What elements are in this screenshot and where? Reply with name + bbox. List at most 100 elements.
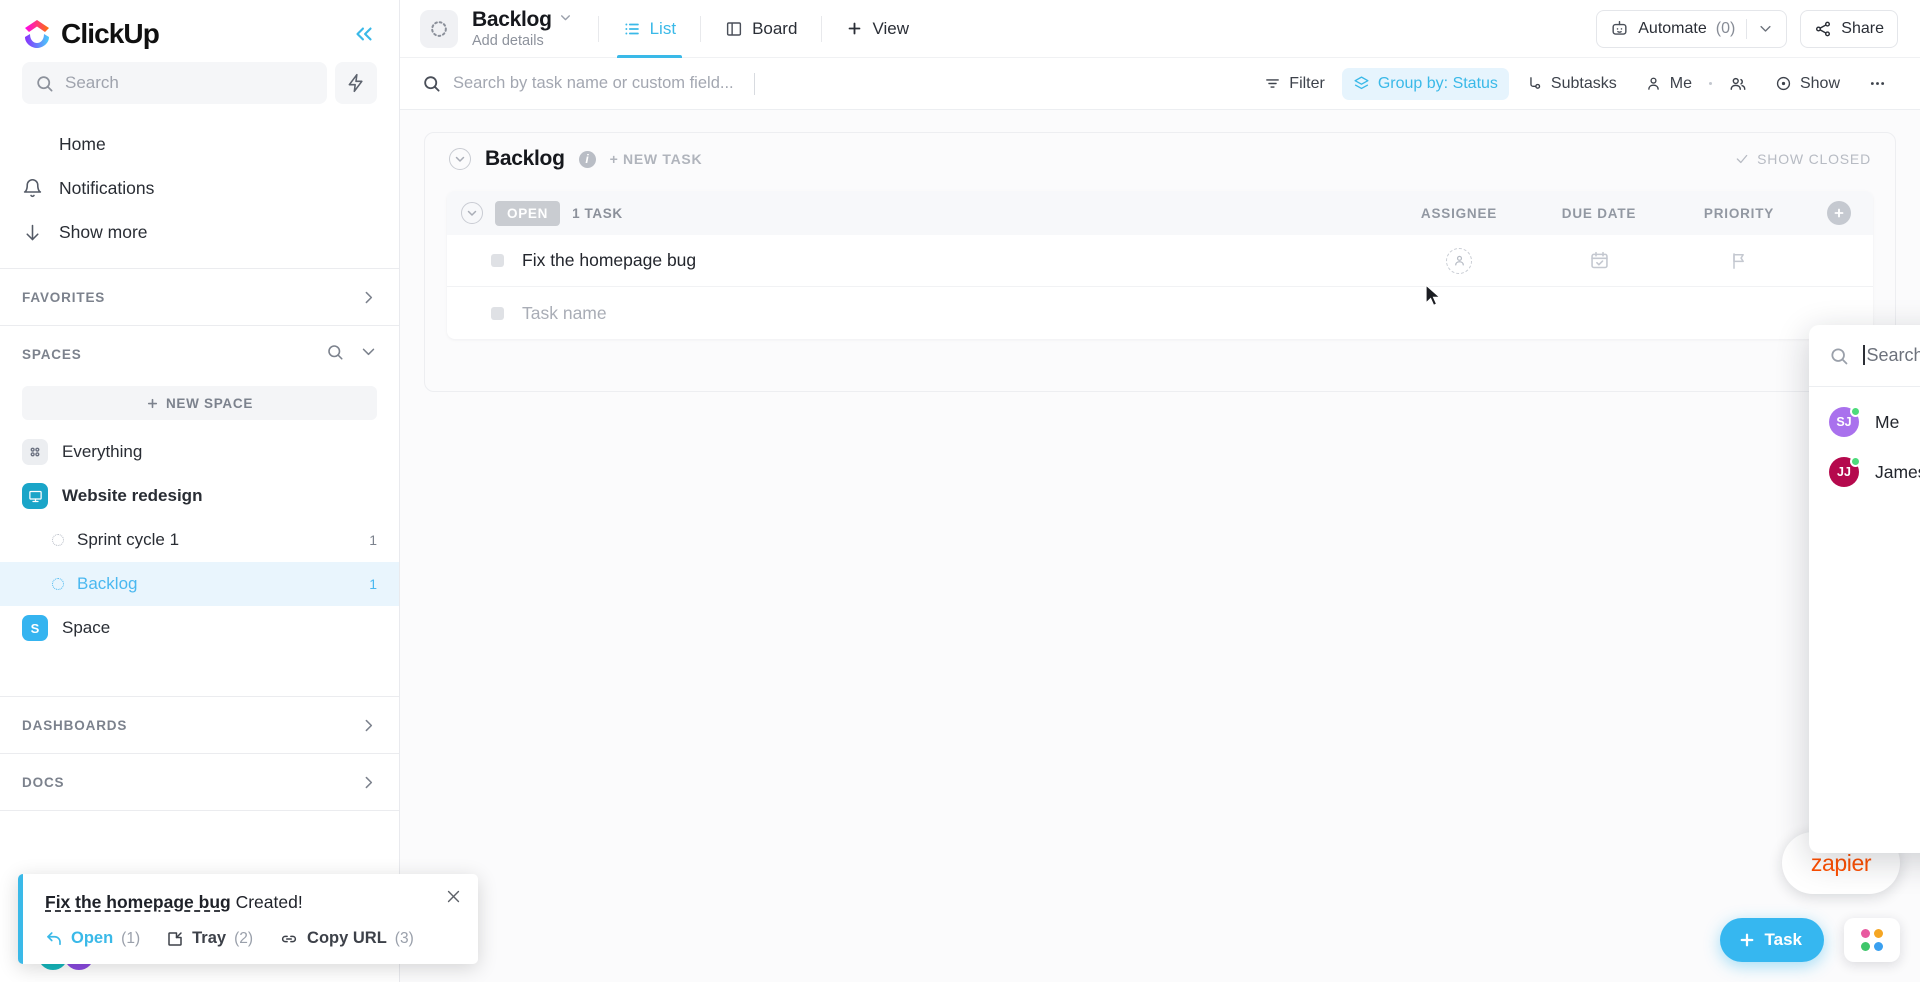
sidebar-section-spaces[interactable]: SPACES — [0, 326, 399, 382]
toast-copy-url-button[interactable]: Copy URL (3) — [279, 929, 414, 948]
show-closed-button[interactable]: SHOW CLOSED — [1735, 151, 1871, 167]
create-task-button[interactable]: Task — [1719, 918, 1824, 962]
sidebar-section-docs[interactable]: DOCS — [0, 754, 399, 810]
content-area: Backlog i + NEW TASK SHOW CLOSED OPEN 1 … — [400, 110, 1920, 982]
tab-add-view[interactable]: View — [826, 0, 929, 58]
chevron-right-icon[interactable] — [360, 774, 377, 791]
assignees-filter-button[interactable] — [1718, 68, 1758, 100]
grid-icon — [22, 439, 48, 465]
search-input[interactable]: Search — [22, 62, 327, 104]
sidebar-item-home[interactable]: Home — [0, 122, 399, 166]
lightning-bolt-icon — [348, 73, 363, 93]
create-task-label: Task — [1764, 930, 1803, 949]
check-icon — [1736, 154, 1748, 164]
sidebar-item-count: 1 — [369, 532, 377, 548]
assignee-avatar-empty-icon[interactable] — [1446, 247, 1472, 274]
new-task-input-row[interactable]: Task name — [447, 287, 1873, 339]
status-badge[interactable]: OPEN — [495, 200, 561, 226]
zapier-label: ✳ zapier — [1811, 841, 1872, 877]
toolbar-button-label: Me — [1669, 74, 1692, 92]
more-options-button[interactable] — [1857, 68, 1898, 100]
toast-action-num: (2) — [234, 929, 254, 947]
search-placeholder: Search — [65, 73, 119, 92]
assignee-search-input[interactable]: Search — [1809, 325, 1920, 387]
toast-action-num: (3) — [394, 929, 414, 947]
toast-tray-button[interactable]: Tray (2) — [166, 929, 253, 948]
collapse-group-icon[interactable] — [449, 148, 471, 170]
filter-button[interactable]: Filter — [1253, 68, 1336, 100]
column-header-due-date[interactable]: DUE DATE — [1529, 206, 1669, 221]
table-row[interactable]: Fix the homepage bug — [447, 235, 1873, 287]
assignee-search-placeholder: Search — [1866, 345, 1920, 365]
sidebar-header: ClickUp — [0, 0, 399, 60]
tab-board[interactable]: Board — [705, 0, 817, 58]
cell-due-date[interactable] — [1529, 250, 1669, 271]
task-count: 1 TASK — [572, 205, 623, 221]
online-status-dot — [1850, 406, 1861, 417]
sidebar-section-favorites[interactable]: FAVORITES — [0, 269, 399, 325]
cell-priority[interactable] — [1669, 251, 1809, 271]
group-by-button[interactable]: Group by: Status — [1341, 67, 1509, 100]
column-header-priority[interactable]: PRIORITY — [1669, 206, 1809, 221]
apps-grid-icon — [1861, 929, 1883, 951]
sidebar-search-row: Search — [0, 60, 399, 116]
me-filter-button[interactable]: Me — [1634, 68, 1703, 100]
status-group: OPEN 1 TASK ASSIGNEE DUE DATE PRIORITY F… — [447, 191, 1873, 339]
toast-open-button[interactable]: Open (1) — [45, 929, 140, 948]
view-tabs: List Board View — [603, 0, 929, 58]
tab-label: List — [649, 18, 677, 38]
space-initial-icon: S — [22, 615, 48, 641]
sidebar-item-space[interactable]: S Space — [0, 606, 399, 650]
spaces-chevron-down-icon[interactable] — [360, 343, 377, 365]
chevron-right-icon[interactable] — [360, 289, 377, 306]
sidebar-item-sprint-cycle-1[interactable]: Sprint cycle 1 1 — [0, 518, 399, 562]
sidebar-collapse-icon[interactable] — [351, 21, 377, 47]
share-button[interactable]: Share — [1800, 9, 1898, 48]
sidebar-item-website-redesign[interactable]: Website redesign — [0, 474, 399, 518]
task-name[interactable]: Fix the homepage bug — [522, 250, 696, 271]
info-icon[interactable]: i — [578, 150, 596, 168]
cell-assignee[interactable] — [1389, 247, 1529, 274]
new-space-button[interactable]: NEW SPACE — [22, 386, 377, 420]
title-chevron-down-icon[interactable] — [559, 11, 572, 29]
assignee-option-james-jonas[interactable]: JJ James Jonas — [1809, 447, 1920, 497]
new-task-name-input[interactable]: Task name — [522, 303, 607, 324]
sidebar-item-everything[interactable]: Everything — [0, 430, 399, 474]
sidebar-section-dashboards[interactable]: DASHBOARDS — [0, 697, 399, 753]
spaces-search-icon[interactable] — [326, 343, 344, 366]
subtasks-button[interactable]: Subtasks — [1515, 68, 1628, 100]
chevron-right-icon[interactable] — [360, 717, 377, 734]
search-icon — [37, 75, 53, 91]
home-icon — [22, 134, 43, 155]
quick-action-bolt-button[interactable] — [335, 62, 377, 104]
brand-logo[interactable]: ClickUp — [22, 18, 160, 50]
toast-close-icon[interactable] — [445, 888, 462, 910]
add-column-button[interactable] — [1827, 201, 1851, 225]
board-icon — [726, 21, 742, 36]
task-search-input[interactable]: Search by task name or custom field... — [422, 72, 1253, 95]
page-title: Backlog — [472, 8, 552, 31]
collapse-status-icon[interactable] — [461, 202, 483, 224]
sidebar-item-show-more[interactable]: Show more — [0, 210, 399, 254]
toast-actions: Open (1) Tray (2) Copy URL (3) — [45, 929, 458, 948]
add-details-link[interactable]: Add details — [472, 33, 572, 49]
assignee-option-me[interactable]: SJ Me — [1809, 397, 1920, 447]
assignee-name: James Jonas — [1875, 461, 1920, 482]
sidebar-item-notifications[interactable]: Notifications — [0, 166, 399, 210]
automate-button[interactable]: Automate (0) — [1596, 9, 1788, 48]
list-title-block: Backlog Add details — [472, 8, 572, 49]
toolbar: Search by task name or custom field... F… — [400, 58, 1920, 110]
docs-label: DOCS — [22, 774, 65, 790]
show-button[interactable]: Show — [1764, 68, 1851, 100]
sidebar-item-backlog[interactable]: Backlog 1 — [0, 562, 399, 606]
tab-list[interactable]: List — [603, 0, 696, 58]
assignee-dropdown: Search SJ Me JJ James Jonas — [1809, 325, 1920, 853]
toast-task-name[interactable]: Fix the homepage bug — [45, 892, 231, 912]
link-icon — [281, 935, 297, 942]
apps-grid-button[interactable] — [1844, 918, 1900, 962]
task-status-handle[interactable] — [491, 254, 504, 267]
column-header-assignee[interactable]: ASSIGNEE — [1389, 206, 1529, 221]
new-task-button[interactable]: + NEW TASK — [610, 151, 703, 167]
row-cells — [1389, 247, 1873, 274]
task-status-handle[interactable] — [491, 306, 504, 320]
